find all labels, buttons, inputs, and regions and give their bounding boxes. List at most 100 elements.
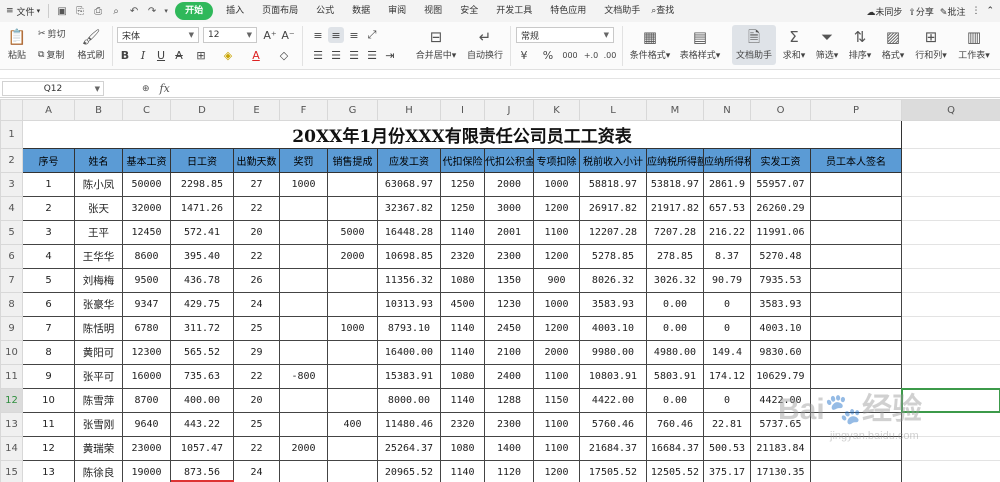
table-cell[interactable]: 0 — [703, 388, 751, 413]
table-cell[interactable]: 0 — [703, 316, 751, 341]
table-cell[interactable]: 王华华 — [74, 244, 123, 269]
table-cell[interactable]: 13 — [22, 460, 75, 482]
table-cell[interactable]: 10313.93 — [377, 292, 441, 317]
copy-button[interactable]: ⧉ 复制 — [38, 48, 64, 62]
table-cell[interactable] — [810, 388, 902, 413]
table-cell[interactable] — [810, 340, 902, 365]
table-cell[interactable]: 8600 — [122, 244, 171, 269]
table-cell[interactable]: 3583.93 — [579, 292, 647, 317]
table-cell[interactable]: 12505.52 — [646, 460, 704, 482]
table-cell[interactable]: 1200 — [533, 196, 580, 221]
table-cell[interactable]: 7 — [22, 316, 75, 341]
format-painter-button[interactable]: 🖌 格式刷 — [76, 25, 106, 65]
align-left-icon[interactable]: ☰ — [310, 47, 326, 63]
table-cell[interactable] — [327, 172, 378, 197]
currency-icon[interactable]: ¥ — [516, 47, 532, 63]
table-cell[interactable]: 2000 — [484, 172, 534, 197]
font-name-select[interactable]: 宋体 ▼ — [117, 27, 199, 43]
table-cell[interactable]: 26 — [233, 268, 280, 293]
table-cell[interactable]: 0.00 — [646, 292, 704, 317]
column-header-G[interactable]: G — [327, 99, 378, 121]
table-cell[interactable]: 5737.65 — [750, 412, 811, 437]
table-cell[interactable]: 21183.84 — [750, 436, 811, 461]
row-header-10[interactable]: 10 — [0, 340, 23, 365]
search-button[interactable]: ⌕查找 — [649, 2, 683, 20]
doc-helper-button[interactable]: 🗎 文档助手 — [732, 25, 776, 65]
table-cell[interactable]: 2100 — [484, 340, 534, 365]
table-cell[interactable]: 2298.85 — [170, 172, 234, 197]
row-header-7[interactable]: 7 — [0, 268, 23, 293]
table-cell[interactable]: 8000.00 — [377, 388, 441, 413]
worksheet-button[interactable]: ▥ 工作表▾ — [954, 25, 994, 65]
tab-formulas[interactable]: 公式 — [307, 2, 343, 20]
align-right-icon[interactable]: ☰ — [346, 47, 362, 63]
table-cell[interactable]: 5 — [22, 268, 75, 293]
table-cell[interactable]: 10698.85 — [377, 244, 441, 269]
table-cell[interactable] — [279, 196, 328, 221]
table-cell[interactable]: 1400 — [484, 436, 534, 461]
table-cell[interactable]: 4422.00 — [579, 388, 647, 413]
table-cell[interactable]: 2000 — [327, 244, 378, 269]
table-cell[interactable]: 311.72 — [170, 316, 234, 341]
table-cell[interactable] — [279, 268, 328, 293]
table-cell[interactable]: 17505.52 — [579, 460, 647, 482]
table-cell[interactable] — [279, 460, 328, 482]
tab-security[interactable]: 安全 — [451, 2, 487, 20]
table-cell[interactable]: 2450 — [484, 316, 534, 341]
table-cell[interactable]: 9640 — [122, 412, 171, 437]
table-cell[interactable] — [279, 412, 328, 437]
table-cell[interactable]: 565.52 — [170, 340, 234, 365]
tab-insert[interactable]: 插入 — [217, 2, 253, 20]
formula-input[interactable] — [190, 81, 998, 96]
table-cell[interactable]: 9500 — [122, 268, 171, 293]
table-cell[interactable]: 3000 — [484, 196, 534, 221]
table-cell[interactable]: 陈小凤 — [74, 172, 123, 197]
row-header-14[interactable]: 14 — [0, 436, 23, 461]
table-cell[interactable]: 760.46 — [646, 412, 704, 437]
row-header-2[interactable]: 2 — [0, 148, 23, 173]
table-cell[interactable]: 王平 — [74, 220, 123, 245]
paste-button[interactable]: 📋 粘贴 — [4, 25, 30, 65]
cell-Q9[interactable] — [901, 316, 1000, 341]
table-cell[interactable]: 陈雪萍 — [74, 388, 123, 413]
table-cell[interactable]: 1100 — [533, 436, 580, 461]
table-cell[interactable]: 12 — [22, 436, 75, 461]
column-header-O[interactable]: O — [750, 99, 811, 121]
italic-icon[interactable]: I — [135, 47, 151, 63]
table-cell[interactable]: 1100 — [533, 220, 580, 245]
table-cell[interactable]: 1000 — [327, 316, 378, 341]
table-cell[interactable]: 400 — [327, 412, 378, 437]
cell-Q14[interactable] — [901, 436, 1000, 461]
table-cell[interactable]: 1350 — [484, 268, 534, 293]
table-cell[interactable]: 16000 — [122, 364, 171, 389]
table-cell[interactable]: 2001 — [484, 220, 534, 245]
filter-button[interactable]: ⏷ 筛选▾ — [812, 25, 842, 65]
table-cell[interactable]: 4422.00 — [750, 388, 811, 413]
table-cell[interactable]: 400.00 — [170, 388, 234, 413]
column-header-A[interactable]: A — [22, 99, 75, 121]
table-cell[interactable]: 24 — [233, 460, 280, 482]
table-cell[interactable]: 2320 — [440, 412, 485, 437]
tab-review[interactable]: 审阅 — [379, 2, 415, 20]
table-cell[interactable]: 32367.82 — [377, 196, 441, 221]
column-header-H[interactable]: H — [377, 99, 441, 121]
table-cell[interactable]: 1057.47 — [170, 436, 234, 461]
table-cell[interactable]: 2861.9 — [703, 172, 751, 197]
table-cell[interactable]: 1100 — [533, 412, 580, 437]
strikethrough-icon[interactable]: A — [171, 47, 187, 63]
table-cell[interactable]: 22 — [233, 244, 280, 269]
table-cell[interactable]: 3 — [22, 220, 75, 245]
table-cell[interactable]: 2000 — [533, 340, 580, 365]
table-cell[interactable]: 3026.32 — [646, 268, 704, 293]
table-cell[interactable]: 张雪刚 — [74, 412, 123, 437]
table-cell[interactable] — [327, 196, 378, 221]
table-cell[interactable]: 0 — [703, 292, 751, 317]
merge-center-button[interactable]: ⊟ 合并居中▾ — [412, 25, 460, 65]
percent-icon[interactable]: % — [540, 47, 556, 63]
table-cell[interactable]: 7207.28 — [646, 220, 704, 245]
table-cell[interactable]: 216.22 — [703, 220, 751, 245]
tab-page-layout[interactable]: 页面布局 — [253, 2, 307, 20]
table-cell[interactable] — [810, 220, 902, 245]
table-cell[interactable]: 572.41 — [170, 220, 234, 245]
tab-doc-helper[interactable]: 文档助手 — [595, 2, 649, 20]
